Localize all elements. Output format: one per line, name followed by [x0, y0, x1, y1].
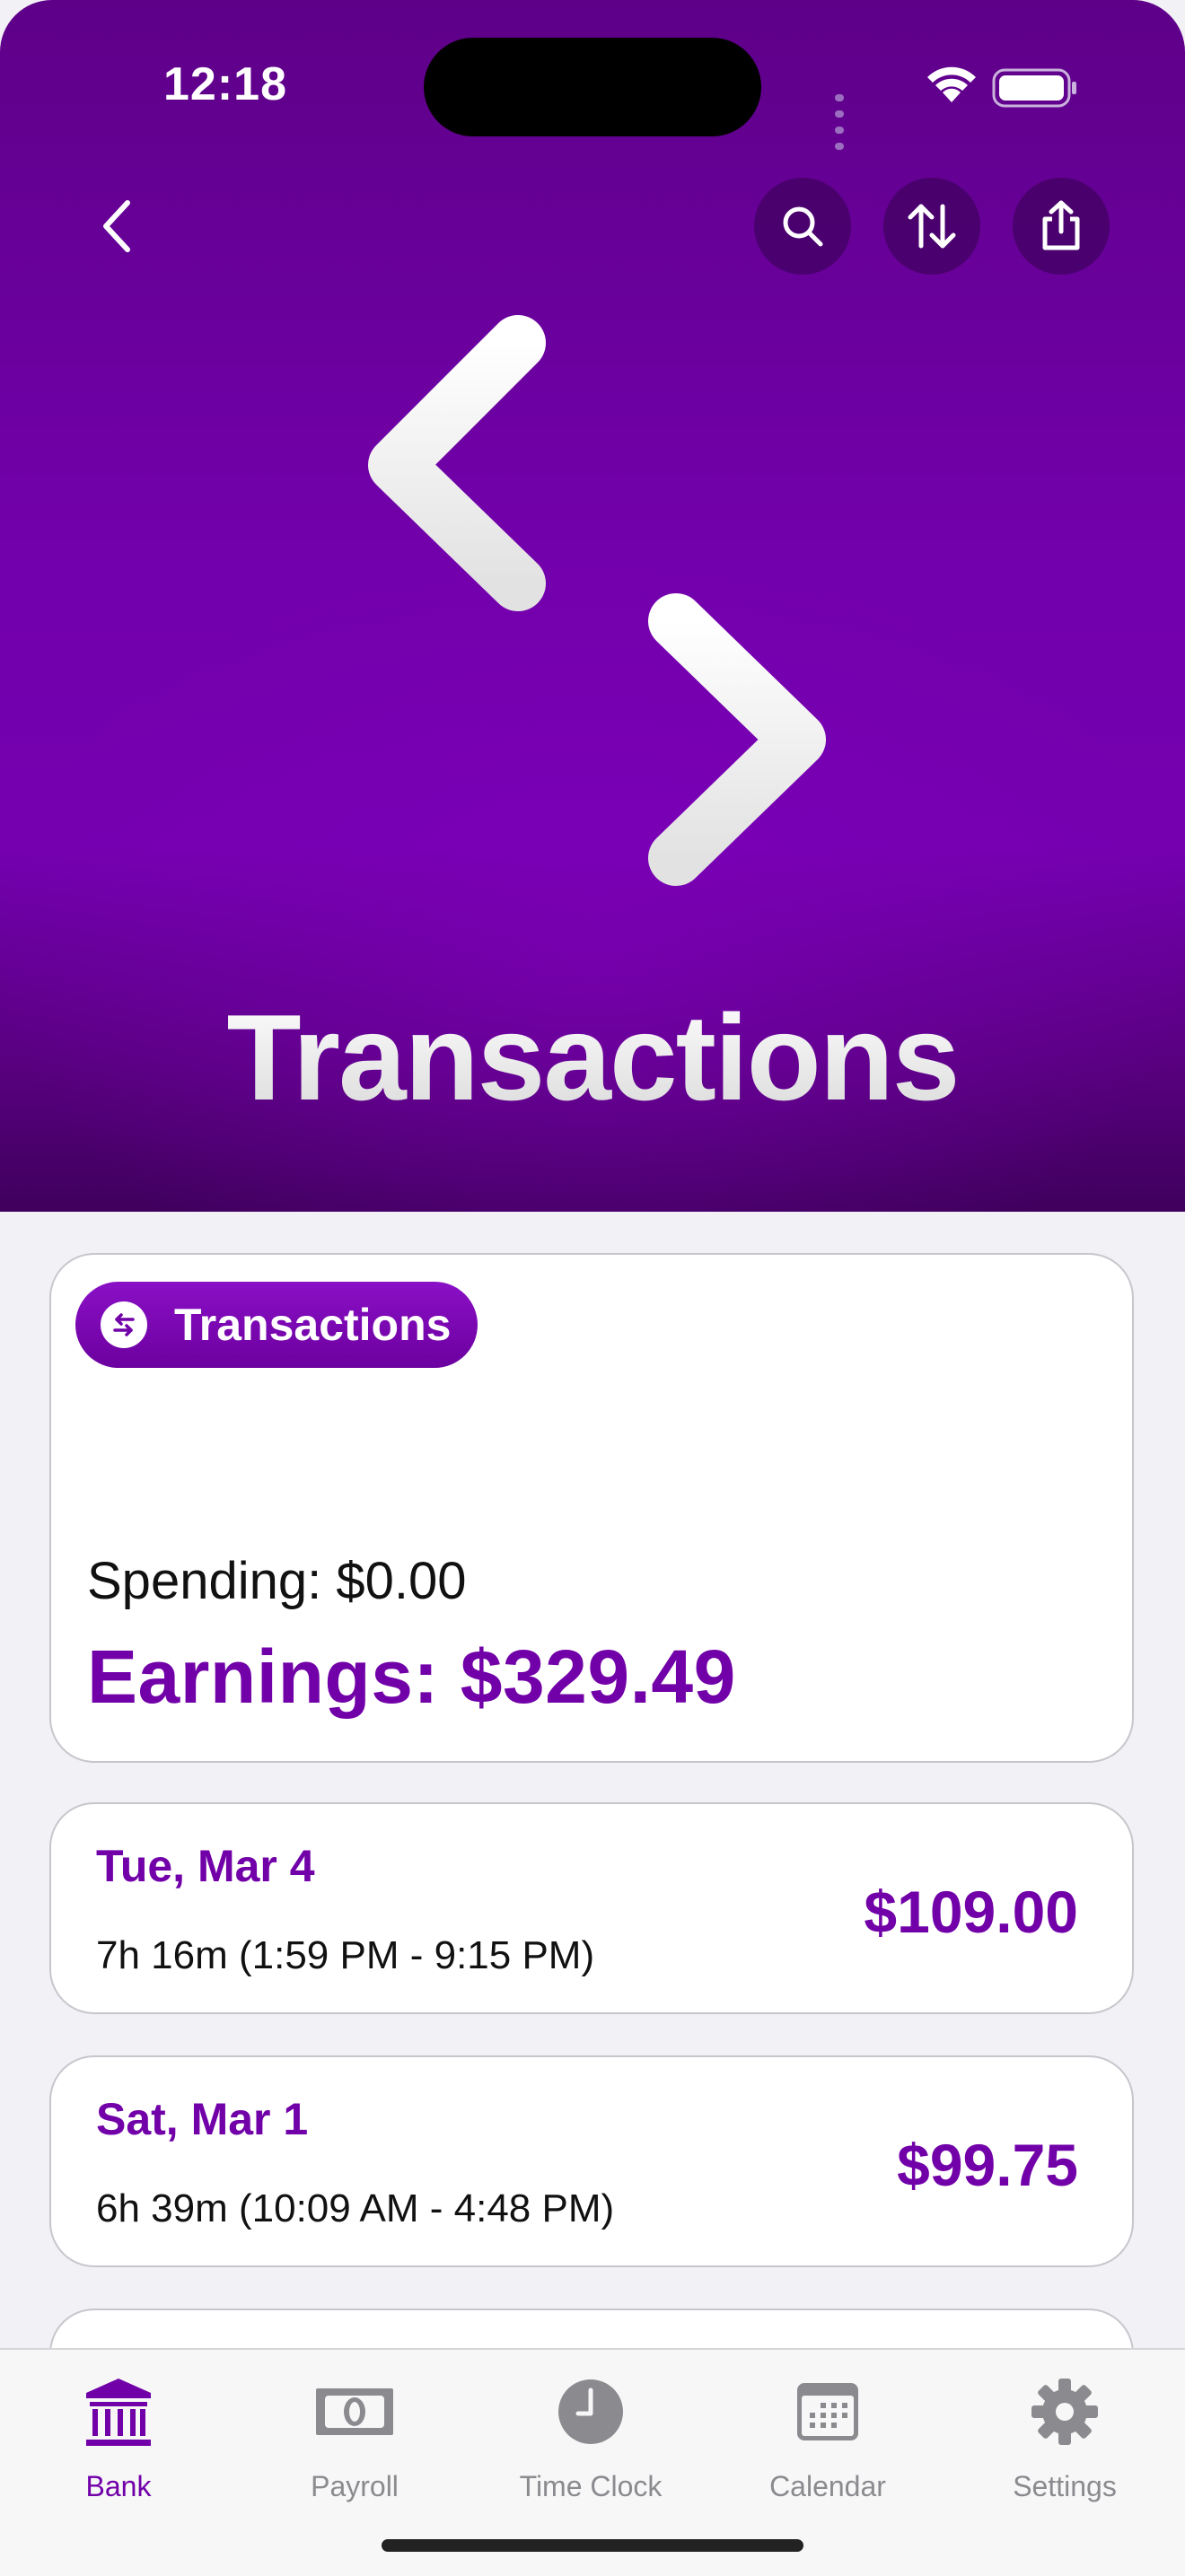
- home-indicator: [382, 2539, 803, 2552]
- tab-bank[interactable]: Bank: [29, 2371, 208, 2503]
- tab-payroll[interactable]: Payroll: [265, 2371, 444, 2503]
- wifi-icon: [927, 66, 976, 102]
- tab-calendar[interactable]: Calendar: [738, 2371, 917, 2503]
- transaction-date: Tue, Mar 4: [96, 1841, 315, 1891]
- status-time: 12:18: [163, 58, 287, 110]
- tab-label: Settings: [1013, 2470, 1117, 2502]
- tab-label: Time Clock: [519, 2470, 663, 2502]
- page-title: Transactions: [0, 987, 1185, 1127]
- transaction-row[interactable]: Tue, Mar 4 7h 16m (1:59 PM - 9:15 PM) $1…: [49, 1802, 1134, 2014]
- hero-header: 12:18 Transactions: [0, 0, 1185, 1212]
- tab-time-clock[interactable]: Time Clock: [501, 2371, 680, 2503]
- transaction-amount: $109.00: [864, 1879, 1078, 1945]
- tab-label: Bank: [85, 2470, 152, 2502]
- transaction-row[interactable]: Sat, Mar 1 6h 39m (10:09 AM - 4:48 PM) $…: [49, 2055, 1134, 2267]
- transfer-icon: [101, 1301, 147, 1348]
- transactions-badge: Transactions: [75, 1282, 478, 1368]
- dynamic-island: [424, 38, 761, 136]
- battery-icon: [992, 68, 1076, 108]
- sort-arrows-icon: [908, 204, 956, 249]
- tab-settings[interactable]: Settings: [975, 2371, 1154, 2503]
- transfer-arrows-icon: [368, 315, 826, 886]
- tab-label: Calendar: [769, 2470, 886, 2502]
- spending-total: Spending: $0.00: [87, 1552, 467, 1610]
- transaction-hours: 7h 16m (1:59 PM - 9:15 PM): [96, 1933, 595, 1977]
- gear-icon: [1031, 2379, 1098, 2445]
- calendar-icon: [797, 2383, 858, 2440]
- search-button[interactable]: [754, 178, 851, 275]
- back-button[interactable]: [88, 190, 151, 262]
- earnings-total: Earnings: $329.49: [87, 1634, 736, 1719]
- transaction-amount: $99.75: [897, 2132, 1078, 2198]
- chevron-left-icon: [103, 200, 130, 252]
- signal-icon: [835, 90, 849, 154]
- banknote-icon: [316, 2388, 393, 2435]
- search-icon: [783, 206, 823, 247]
- share-icon: [1042, 200, 1080, 250]
- share-button[interactable]: [1013, 178, 1110, 275]
- transaction-date: Sat, Mar 1: [96, 2094, 309, 2144]
- summary-card: Transactions Spending: $0.00 Earnings: $…: [49, 1253, 1134, 1763]
- tab-label: Payroll: [311, 2470, 399, 2502]
- transaction-hours: 6h 39m (10:09 AM - 4:48 PM): [96, 2186, 615, 2230]
- bank-icon: [86, 2379, 151, 2446]
- clock-icon: [558, 2379, 623, 2444]
- sort-button[interactable]: [883, 178, 980, 275]
- badge-label: Transactions: [174, 1300, 452, 1350]
